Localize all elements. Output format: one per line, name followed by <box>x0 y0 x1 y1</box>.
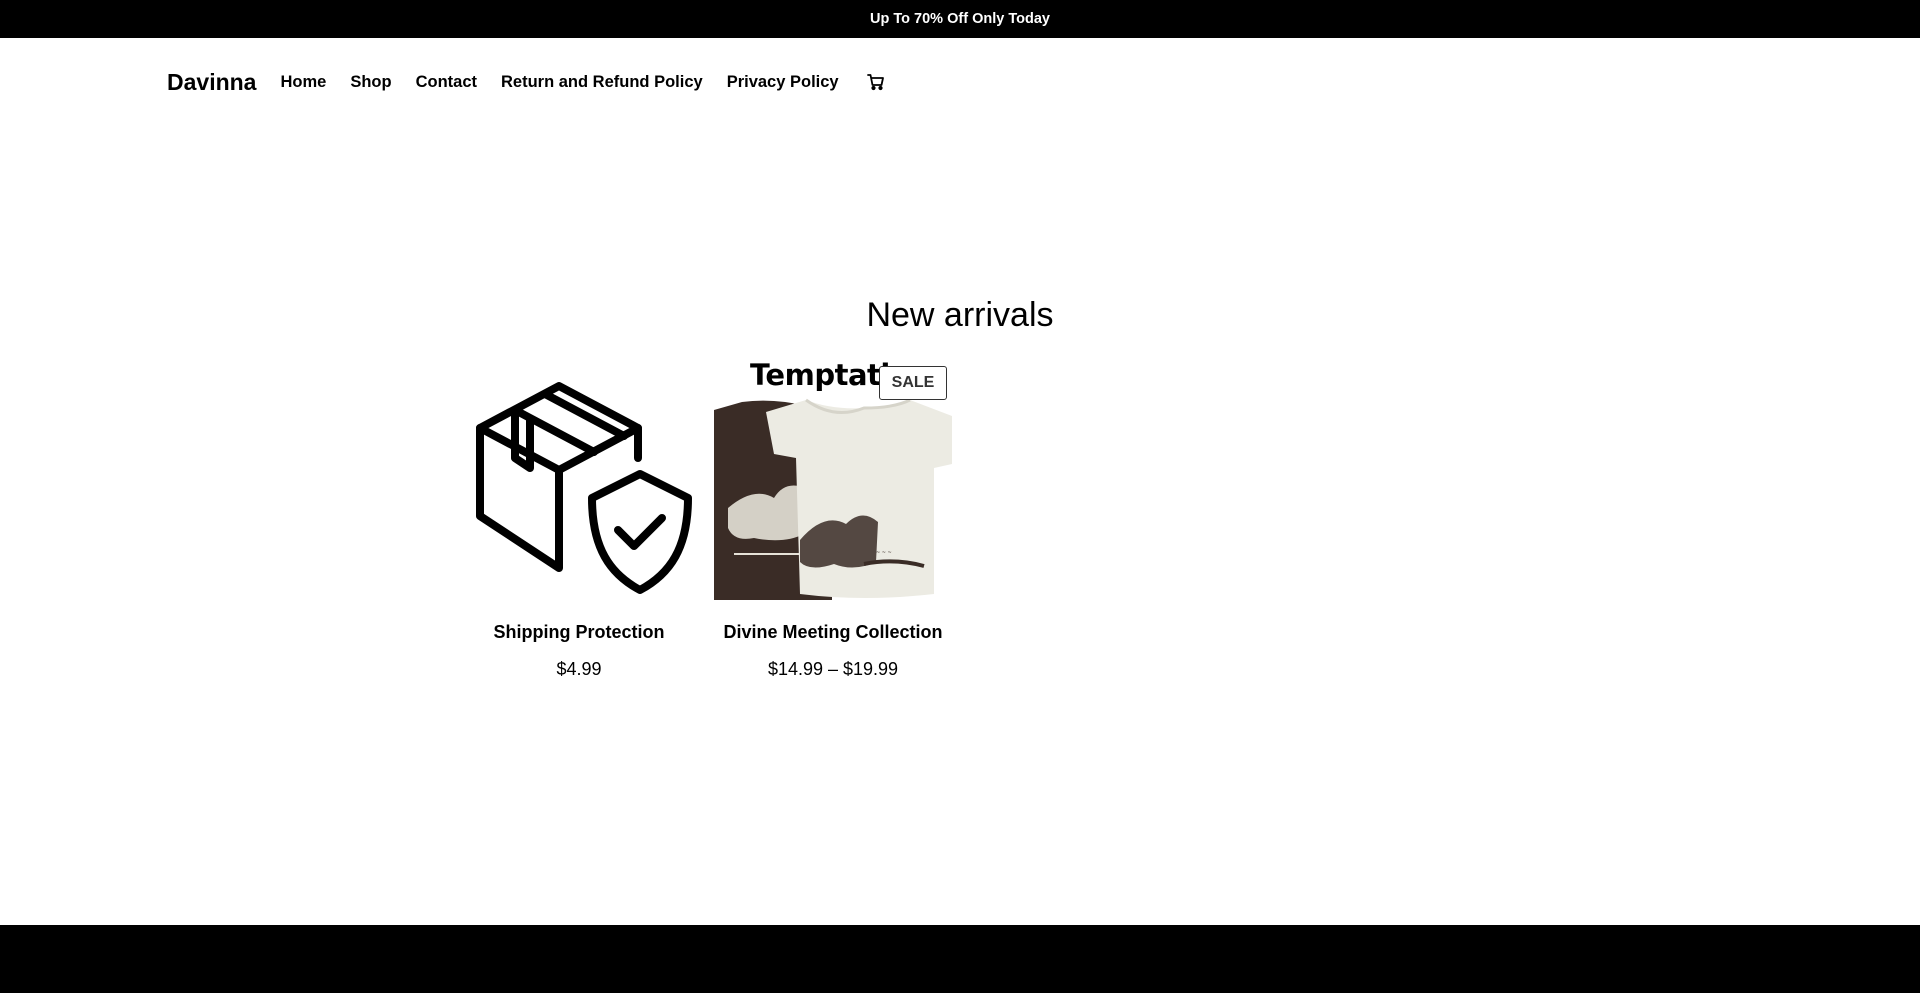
product-card[interactable]: Shipping Protection $4.99 <box>460 358 698 680</box>
brand-logo-link[interactable]: Davinna <box>167 69 256 96</box>
package-shield-icon <box>460 382 698 600</box>
product-image[interactable] <box>460 358 698 600</box>
site-footer <box>0 925 1920 993</box>
sale-badge: SALE <box>879 366 947 400</box>
nav-shop[interactable]: Shop <box>350 73 391 92</box>
announcement-bar: Up To 70% Off Only Today <box>0 0 1920 38</box>
product-price: $4.99 <box>556 659 602 679</box>
nav-privacy-policy[interactable]: Privacy Policy <box>727 73 839 92</box>
nav-contact[interactable]: Contact <box>416 73 477 92</box>
product-name[interactable]: Shipping Protection <box>460 622 698 643</box>
nav-return-refund-policy[interactable]: Return and Refund Policy <box>501 73 703 92</box>
product-image[interactable]: ~ ~ ~ Temptatio SALE <box>714 358 952 600</box>
product-price: $14.99 – $19.99 <box>767 659 899 679</box>
product-name[interactable]: Divine Meeting Collection <box>714 622 952 643</box>
svg-text:~ ~ ~: ~ ~ ~ <box>876 550 892 556</box>
main-nav: Home Shop Contact Return and Refund Poli… <box>280 72 885 92</box>
section-title: New arrivals <box>866 296 1054 334</box>
nav-home[interactable]: Home <box>280 73 326 92</box>
announcement-text: Up To 70% Off Only Today <box>870 11 1050 27</box>
site-header: Davinna Home Shop Contact Return and Ref… <box>167 62 886 102</box>
product-card[interactable]: ~ ~ ~ Temptatio SALE Divine Meeting Coll… <box>714 358 952 680</box>
cart-icon[interactable] <box>866 72 886 92</box>
